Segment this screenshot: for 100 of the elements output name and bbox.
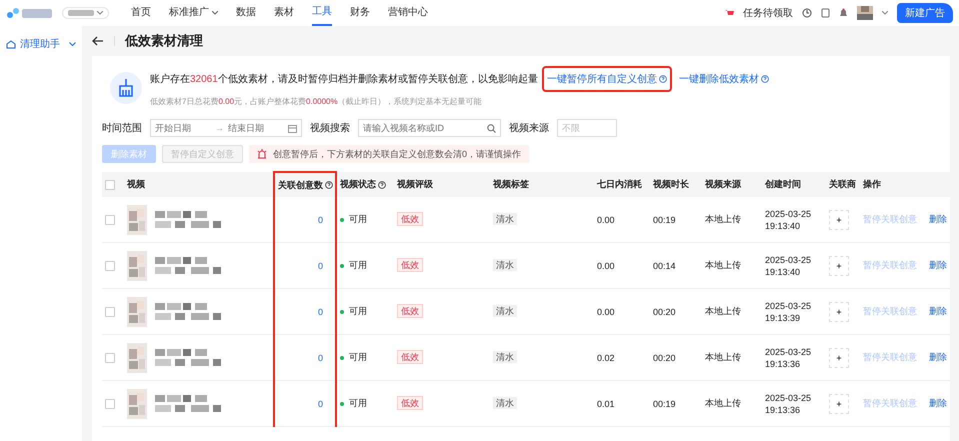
create-ad-button[interactable]: 新建广告	[897, 3, 953, 23]
document-icon[interactable]	[821, 8, 830, 18]
help-icon[interactable]	[378, 180, 386, 189]
column-header: 视频标签	[493, 179, 529, 189]
column-header: 视频来源	[705, 179, 741, 189]
task-link[interactable]: 任务待领取	[743, 6, 793, 20]
add-product-button[interactable]: +	[829, 348, 849, 368]
status-text: 可用	[340, 351, 367, 364]
created-date: 2025-03-25	[765, 254, 812, 264]
row-action-link[interactable]: 删除	[929, 305, 947, 318]
column-header: 七日内消耗	[597, 179, 642, 189]
back-arrow-icon[interactable]	[92, 36, 104, 46]
checkbox[interactable]	[105, 214, 115, 225]
status-text: 可用	[340, 213, 367, 226]
search-field[interactable]: 请输入视频名称或ID	[363, 123, 483, 133]
add-product-button[interactable]: +	[829, 394, 849, 414]
add-product-button[interactable]: +	[829, 256, 849, 276]
column-header: 关联商	[829, 179, 856, 189]
cost-text: 0.01	[597, 398, 615, 408]
add-product-button[interactable]: +	[829, 210, 849, 230]
created-time: 19:13:36	[765, 404, 802, 414]
checkbox[interactable]	[105, 398, 115, 409]
column-header: 操作	[863, 179, 881, 189]
cost-text: 0.00	[597, 214, 615, 224]
video-tag: 清水	[493, 305, 517, 317]
row-action-link[interactable]: 删除	[929, 259, 947, 272]
nav-tab[interactable]: 素材	[274, 0, 294, 26]
page-title: 低效素材清理	[125, 32, 203, 50]
duration-text: 00:14	[653, 260, 676, 270]
column-header: 视频时长	[653, 179, 689, 189]
column-header: 视频	[127, 179, 145, 189]
warning-alert: 创意暂停后，下方素材的关联自定义创意数会清0，请谨慎操作	[249, 145, 530, 163]
bell-icon[interactable]	[839, 8, 848, 18]
cost-text: 0.00	[597, 306, 615, 316]
blurred-title-drawing	[155, 349, 221, 366]
row-action-link[interactable]: 删除	[929, 213, 947, 226]
grade-tag: 低效	[397, 304, 423, 318]
column-header: 关联创意数	[278, 180, 323, 190]
logo-icon[interactable]	[6, 6, 54, 20]
creative-count-link[interactable]: 0	[318, 214, 323, 224]
duration-text: 00:19	[653, 398, 676, 408]
nav-tab[interactable]: 营销中心	[388, 0, 428, 26]
nav-tab[interactable]: 财务	[350, 0, 370, 26]
row-action-link[interactable]: 删除	[929, 351, 947, 364]
status-text: 可用	[340, 305, 367, 318]
date-range-box[interactable]: 开始日期 → 结束日期	[150, 119, 302, 137]
nav-tab[interactable]: 首页	[131, 0, 151, 26]
start-date-field[interactable]: 开始日期	[155, 123, 211, 133]
creative-count-link[interactable]: 0	[318, 398, 323, 408]
clock-icon[interactable]	[802, 8, 812, 18]
checkbox[interactable]	[105, 306, 115, 317]
search-box[interactable]: 请输入视频名称或ID	[358, 119, 501, 137]
checkbox[interactable]	[105, 260, 115, 271]
caret-icon[interactable]	[97, 11, 103, 15]
creative-count-link[interactable]: 0	[318, 260, 323, 270]
calendar-icon[interactable]	[288, 124, 297, 132]
video-tag: 清水	[493, 259, 517, 271]
cost-text: 0.02	[597, 352, 615, 362]
created-time: 19:13:40	[765, 266, 802, 276]
grade-tag: 低效	[397, 212, 423, 226]
blurred-title-drawing	[155, 257, 221, 274]
search-icon[interactable]	[487, 124, 496, 132]
blurred-title-drawing	[155, 303, 221, 320]
sidebar-item[interactable]: 清理助手	[0, 34, 82, 54]
duration-text: 00:19	[653, 214, 676, 224]
notice-link[interactable]: 一键暂停所有自定义创意	[546, 72, 657, 86]
grade-tag: 低效	[397, 350, 423, 364]
filter-label: 视频搜索	[310, 122, 350, 135]
column-header: 视频状态	[340, 179, 376, 189]
created-date: 2025-03-25	[765, 208, 812, 218]
cost-text: 0.00	[597, 260, 615, 270]
help-icon[interactable]	[325, 181, 333, 190]
creative-count-link[interactable]: 0	[318, 306, 323, 316]
source-text: 本地上传	[705, 306, 741, 316]
end-date-field[interactable]: 结束日期	[228, 123, 284, 133]
duration-text: 00:20	[653, 306, 676, 316]
caret-icon[interactable]	[882, 11, 888, 15]
caret-icon[interactable]	[212, 11, 218, 15]
checkbox[interactable]	[105, 352, 115, 363]
nav-tab[interactable]: 标准推广	[169, 0, 218, 26]
broom-icon	[110, 72, 142, 104]
video-tag: 清水	[493, 397, 517, 409]
status-text: 可用	[340, 397, 367, 410]
column-header: 视频评级	[397, 179, 433, 189]
notice-detail: 低效素材7日总花费0.00元，占账户整体花费0.0000%（截止昨日），系统判定基本无起量可能	[150, 96, 483, 107]
created-date: 2025-03-25	[765, 392, 812, 402]
row-action-link[interactable]: 删除	[929, 397, 947, 410]
add-product-button[interactable]: +	[829, 302, 849, 322]
cart-icon[interactable]	[725, 9, 734, 17]
nav-tab[interactable]: 工具	[312, 0, 332, 26]
checkbox[interactable]	[105, 180, 115, 190]
video-tag: 清水	[493, 351, 517, 363]
notice-link[interactable]: 一键删除低效素材	[678, 72, 759, 86]
source-text: 本地上传	[705, 214, 741, 224]
chevron-icon[interactable]	[69, 42, 76, 46]
filter-label: 时间范围	[102, 122, 142, 135]
source-text: 本地上传	[705, 398, 741, 408]
grade-tag: 低效	[397, 396, 423, 410]
creative-count-link[interactable]: 0	[318, 352, 323, 362]
nav-tab[interactable]: 数据	[236, 0, 256, 26]
